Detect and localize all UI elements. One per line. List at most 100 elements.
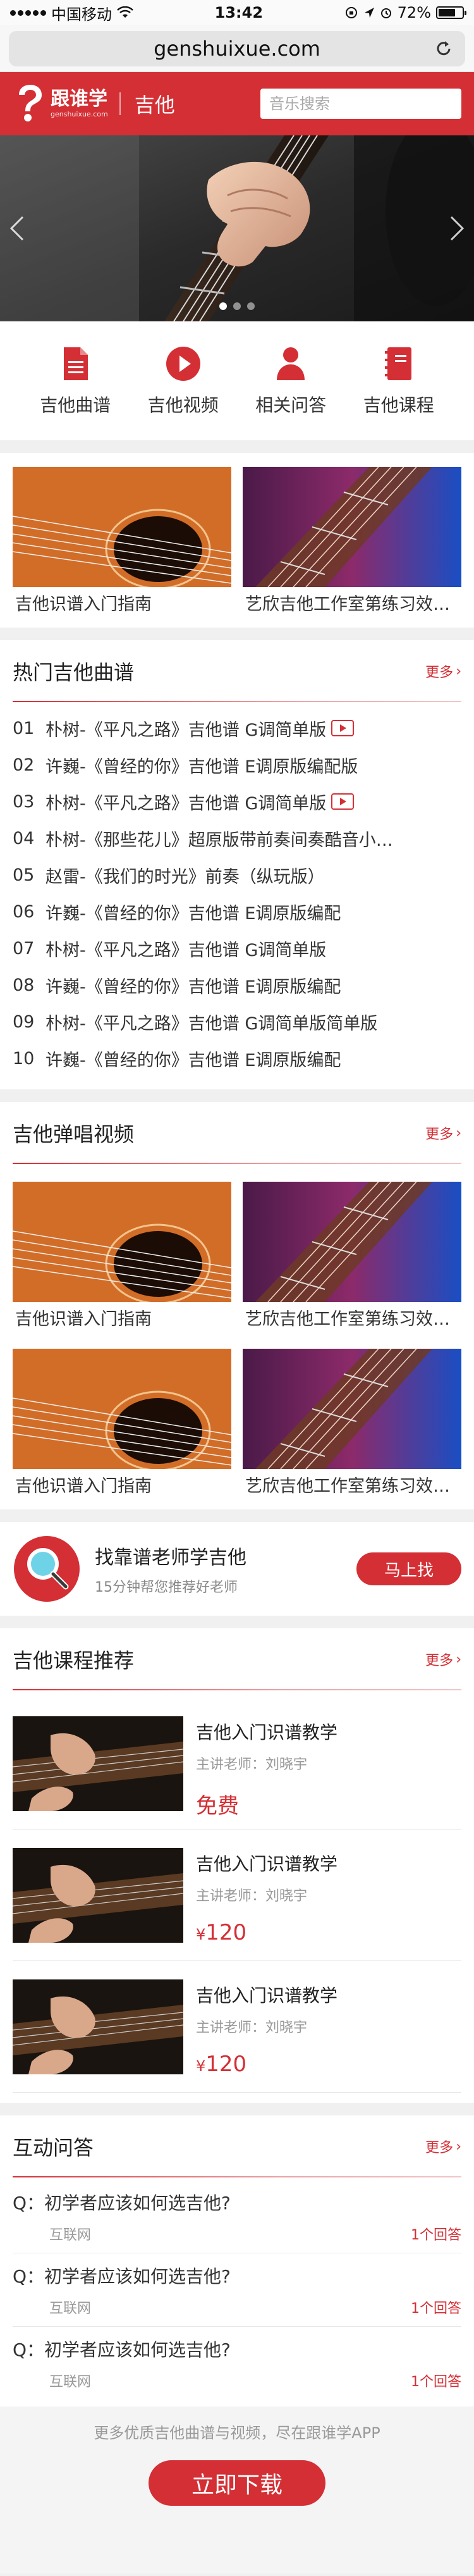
course-info: 吉他入门识谱教学 主讲老师：刘晓宇 免费 bbox=[196, 1716, 338, 1819]
qa-item[interactable]: Q：初学者应该如何选吉他? 互联网 1个回答 bbox=[13, 2253, 461, 2327]
logo-domain: genshuixue.com bbox=[51, 110, 108, 118]
video-badge-icon[interactable] bbox=[331, 793, 355, 810]
video-card[interactable]: 吉他识谱入门指南 bbox=[13, 1182, 231, 1336]
video-card[interactable]: 艺欣吉他工作室第练习效果… bbox=[243, 1182, 461, 1336]
guitar-strings-image bbox=[243, 1349, 461, 1469]
price-value: 免费 bbox=[196, 1793, 239, 1819]
address-bar[interactable]: genshuixue.com bbox=[9, 30, 465, 66]
location-icon bbox=[364, 8, 374, 18]
carrier-label: 中国移动 bbox=[51, 5, 112, 23]
banner-dot[interactable] bbox=[247, 302, 255, 310]
teacher-title: 找靠谱老师学吉他 bbox=[95, 1547, 246, 1569]
card-title: 艺欣吉他工作室第练习效果… bbox=[245, 595, 461, 614]
banner-next-arrow-icon[interactable] bbox=[447, 214, 466, 242]
nav-item-sheet-music[interactable]: 吉他曲谱 bbox=[28, 345, 123, 417]
qa-answer-count: 1个回答 bbox=[411, 2227, 461, 2243]
video-card[interactable]: 吉他识谱入门指南 bbox=[13, 1349, 231, 1503]
song-row[interactable]: 09 朴树-《平凡之路》吉他谱 G调简单版简单版 bbox=[13, 1003, 461, 1040]
qa-source: 互联网 bbox=[49, 2227, 92, 2243]
song-row[interactable]: 05 赵雷-《我们的时光》前奏（纵玩版） bbox=[13, 857, 461, 893]
course-item[interactable]: 吉他入门识谱教学 主讲老师：刘晓宇 ¥120 bbox=[13, 1830, 461, 1961]
status-left: 中国移动 bbox=[10, 2, 133, 24]
song-title: 许巍-《曾经的你》吉他谱 E调原版编配 bbox=[46, 977, 341, 997]
nav-item-qa[interactable]: 相关问答 bbox=[243, 345, 338, 417]
acoustic-guitar-image bbox=[13, 1182, 231, 1302]
featured-card[interactable]: 吉他识谱入门指南 bbox=[13, 467, 231, 621]
featured-card[interactable]: 艺欣吉他工作室第练习效果… bbox=[243, 467, 461, 621]
qa-question: Q：初学者应该如何选吉他? bbox=[13, 2339, 231, 2360]
course-price: 免费 bbox=[196, 1788, 337, 1819]
song-row[interactable]: 02 许巍-《曾经的你》吉他谱 E调原版编配版 bbox=[13, 746, 461, 783]
find-now-button[interactable]: 马上找 bbox=[356, 1552, 461, 1585]
qa-meta: 互联网 1个回答 bbox=[13, 2224, 461, 2244]
song-row[interactable]: 08 许巍-《曾经的你》吉他谱 E调原版编配 bbox=[13, 967, 461, 1003]
course-teacher: 主讲老师：刘晓宇 bbox=[196, 1888, 308, 1904]
site-header: 跟谁学 genshuixue.com 吉他 bbox=[0, 72, 474, 135]
section-title: 吉他课程推荐 bbox=[13, 1649, 135, 1673]
song-title: 许巍-《曾经的你》吉他谱 E调原版编配版 bbox=[46, 757, 358, 777]
course-info: 吉他入门识谱教学 主讲老师：刘晓宇 ¥120 bbox=[196, 1979, 337, 2077]
course-title: 吉他入门识谱教学 bbox=[196, 1721, 338, 1743]
banner-dot[interactable] bbox=[233, 302, 241, 310]
guitar-strings-image bbox=[243, 1182, 461, 1302]
hot-songs-section: 热门吉他曲谱 更多 › 01 朴树-《平凡之路》吉他谱 G调简单版 02 许巍-《曾经… bbox=[0, 640, 474, 1089]
qa-item[interactable]: Q：初学者应该如何选吉他? 互联网 1个回答 bbox=[13, 2180, 461, 2253]
song-number: 06 bbox=[13, 901, 35, 922]
video-badge-icon[interactable] bbox=[331, 720, 355, 736]
battery-level bbox=[439, 9, 455, 16]
video-cards: 吉他识谱入门指南 艺欣吉他工作室第练习效果… 吉他识谱入门指南 艺欣吉他工作室第… bbox=[0, 1164, 474, 1509]
card-title: 吉他识谱入门指南 bbox=[15, 595, 152, 614]
signal-strength-icon bbox=[10, 9, 46, 16]
course-price: ¥120 bbox=[196, 2052, 337, 2077]
course-item[interactable]: 吉他入门识谱教学 主讲老师：刘晓宇 ¥120 bbox=[13, 1961, 461, 2093]
battery-icon bbox=[436, 6, 466, 19]
course-book-icon bbox=[384, 347, 411, 380]
acoustic-guitar-image bbox=[13, 467, 231, 587]
chevron-right-icon: › bbox=[456, 1651, 461, 1668]
currency-symbol: ¥ bbox=[196, 2057, 206, 2075]
more-label: 更多 bbox=[425, 1653, 454, 1669]
banner-dot[interactable] bbox=[219, 302, 227, 310]
qa-source: 互联网 bbox=[49, 2300, 92, 2317]
play-video-icon bbox=[166, 347, 200, 381]
logo[interactable]: 跟谁学 genshuixue.com bbox=[13, 84, 108, 124]
nav-item-course[interactable]: 吉他课程 bbox=[351, 345, 446, 417]
price-value: 120 bbox=[205, 1919, 247, 1945]
alarm-icon bbox=[380, 8, 391, 18]
song-row[interactable]: 07 朴树-《平凡之路》吉他谱 G调简单版 bbox=[13, 930, 461, 967]
song-row[interactable]: 04 朴树-《那些花儿》超原版带前奏间奏酷音小… bbox=[13, 820, 461, 857]
more-link[interactable]: 更多 › bbox=[425, 2136, 461, 2157]
qa-item[interactable]: Q：初学者应该如何选吉他? 互联网 1个回答 bbox=[13, 2327, 461, 2400]
song-number: 03 bbox=[13, 791, 35, 812]
more-label: 更多 bbox=[425, 665, 454, 681]
section-gap bbox=[0, 440, 474, 453]
course-item[interactable]: 吉他入门识谱教学 主讲老师：刘晓宇 免费 bbox=[13, 1698, 461, 1830]
song-row[interactable]: 06 许巍-《曾经的你》吉他谱 E调原版编配 bbox=[13, 893, 461, 930]
song-row[interactable]: 03 朴树-《平凡之路》吉他谱 G调简单版 bbox=[13, 783, 461, 820]
logo-name: 跟谁学 bbox=[51, 88, 107, 110]
card-title: 艺欣吉他工作室第练习效果… bbox=[245, 1477, 461, 1496]
banner-pagination bbox=[0, 302, 474, 310]
song-row[interactable]: 01 朴树-《平凡之路》吉他谱 G调简单版 bbox=[13, 710, 461, 746]
qa-source: 互联网 bbox=[49, 2374, 92, 2390]
more-link[interactable]: 更多 › bbox=[425, 1123, 461, 1143]
section-title: 吉他弹唱视频 bbox=[13, 1122, 135, 1146]
header-divider bbox=[119, 92, 121, 115]
search-input[interactable] bbox=[269, 95, 459, 113]
featured-cards: 吉他识谱入门指南 艺欣吉他工作室第练习效果… bbox=[0, 453, 474, 628]
more-link[interactable]: 更多 › bbox=[425, 661, 461, 681]
banner-prev-arrow-icon[interactable] bbox=[8, 214, 27, 242]
nav-item-video[interactable]: 吉他视频 bbox=[136, 345, 231, 417]
hero-banner[interactable] bbox=[0, 135, 474, 321]
song-row[interactable]: 10 许巍-《曾经的你》吉他谱 E调原版编配 bbox=[13, 1040, 461, 1077]
url-text: genshuixue.com bbox=[154, 36, 320, 61]
more-link[interactable]: 更多 › bbox=[425, 1649, 461, 1669]
course-price: ¥120 bbox=[196, 1920, 337, 1945]
song-title: 朴树-《平凡之路》吉他谱 G调简单版简单版 bbox=[46, 1013, 378, 1034]
song-number: 02 bbox=[13, 755, 35, 775]
reload-icon[interactable] bbox=[434, 39, 454, 59]
song-number: 05 bbox=[13, 865, 35, 885]
download-button[interactable]: 立即下载 bbox=[149, 2460, 325, 2506]
video-card[interactable]: 艺欣吉他工作室第练习效果… bbox=[243, 1349, 461, 1503]
status-right: 72% bbox=[344, 4, 466, 22]
